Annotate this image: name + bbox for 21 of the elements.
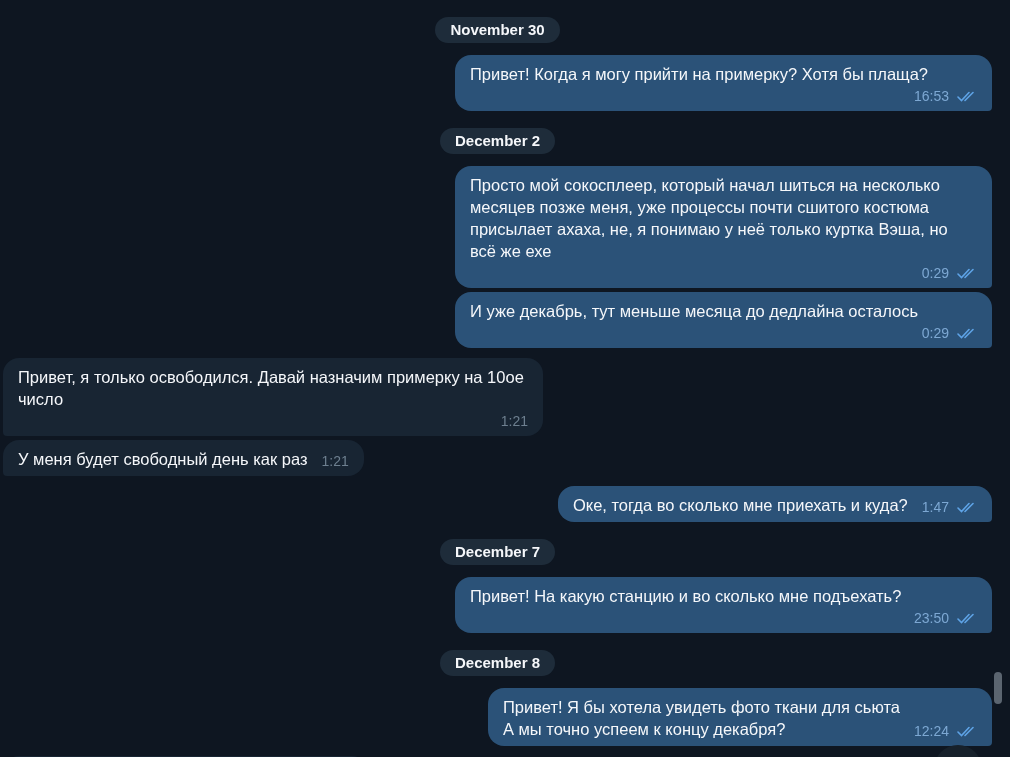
message-text: Привет, я только освободился. Давай назначим примерку на 10ое число <box>18 367 525 410</box>
message-time: 1:47 <box>921 498 949 516</box>
date-label: December 7 <box>439 539 556 565</box>
message-text: Привет! Я бы хотела увидеть фото ткани для сьюта А мы точно успеем к концу декабря? <box>502 697 900 740</box>
date-label: December 8 <box>439 650 556 676</box>
message-text: У меня будет свободный день как раз <box>18 449 308 470</box>
scrollbar-thumb[interactable] <box>994 672 1002 704</box>
message-text: Привет! На какую станцию и во сколько мне подъехать? <box>470 586 902 607</box>
message-text: Привет! Когда я могу прийти на примерку? Хотя бы плаща? <box>470 64 929 85</box>
date-label: December 2 <box>439 128 556 154</box>
message-time: 0:29 <box>921 324 949 342</box>
message-time: 12:24 <box>913 722 949 740</box>
message-time: 16:53 <box>913 87 949 105</box>
message-time: 23:50 <box>913 609 949 627</box>
message-time: 1:21 <box>500 412 528 430</box>
message-time: 1:21 <box>321 452 349 470</box>
message-text: Просто мой сокосплеер, который начал шиться на несколько месяцев позже меня, уже процессы почти сшитого костюма присылает ахаха, не, я понимаю у неё только куртка Вэша, но всё же ехе <box>470 175 949 262</box>
message-text: И уже декабрь, тут меньше месяца до дедлайна осталось <box>470 301 919 322</box>
message-time: 0:29 <box>921 264 949 282</box>
date-label: November 30 <box>435 17 560 43</box>
message-text: Оке, тогда во сколько мне приехать и куда? <box>572 495 908 516</box>
